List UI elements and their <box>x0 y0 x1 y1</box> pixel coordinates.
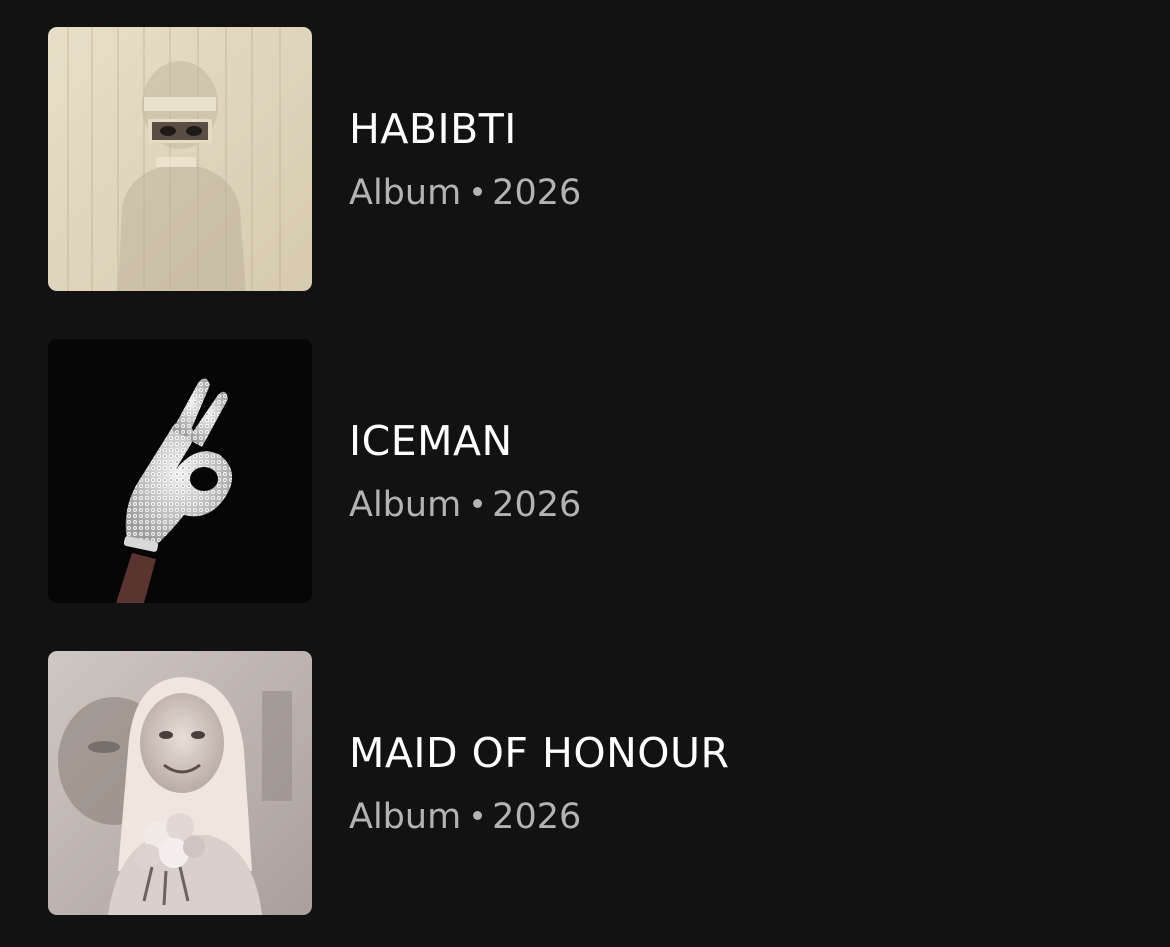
album-cover-bride-portrait-icon[interactable] <box>48 651 312 915</box>
album-year: 2026 <box>492 173 582 213</box>
album-title[interactable]: MAID OF HONOUR <box>349 725 730 781</box>
album-title[interactable]: ICEMAN <box>349 413 581 469</box>
separator-dot-icon <box>473 498 483 508</box>
album-subtitle: Album 2026 <box>349 483 581 527</box>
album-subtitle: Album 2026 <box>349 171 581 215</box>
album-meta: MAID OF HONOUR Album 2026 <box>349 725 730 839</box>
album-type: Album <box>349 797 462 837</box>
album-cover-jeweled-glove-ok-hand-icon[interactable] <box>48 339 312 603</box>
album-year: 2026 <box>492 797 582 837</box>
album-meta: HABIBTI Album 2026 <box>349 101 581 215</box>
separator-dot-icon <box>473 810 483 820</box>
album-row-iceman[interactable]: ICEMAN Album 2026 <box>0 339 1170 603</box>
separator-dot-icon <box>473 186 483 196</box>
album-type: Album <box>349 173 462 213</box>
album-row-habibti[interactable]: HABIBTI Album 2026 <box>0 27 1170 291</box>
album-row-maid-of-honour[interactable]: MAID OF HONOUR Album 2026 <box>0 651 1170 915</box>
album-list: HABIBTI Album 2026 ICEMAN Album 2026 MAI… <box>0 0 1170 947</box>
album-subtitle: Album 2026 <box>349 795 730 839</box>
album-cover-veiled-figure-icon[interactable] <box>48 27 312 291</box>
album-title[interactable]: HABIBTI <box>349 101 581 157</box>
album-type: Album <box>349 485 462 525</box>
album-meta: ICEMAN Album 2026 <box>349 413 581 527</box>
album-year: 2026 <box>492 485 582 525</box>
